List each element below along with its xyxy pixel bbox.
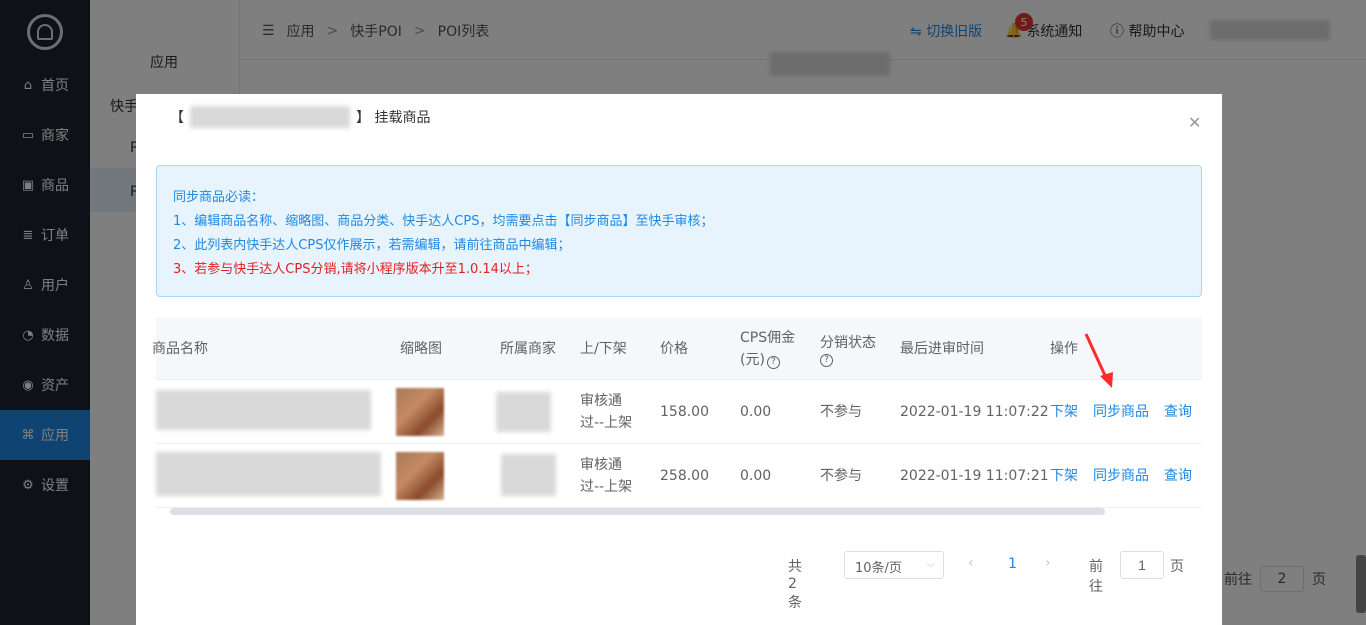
delist-button[interactable]: 下架 bbox=[1050, 380, 1078, 444]
dist-cell: 不参与 bbox=[820, 404, 862, 420]
page-size-select[interactable]: 10条/页 ⌵ bbox=[844, 551, 944, 579]
title-text: 】 挂载商品 bbox=[356, 110, 431, 126]
status-line: 过--上架 bbox=[580, 415, 633, 431]
blurred-goods-name bbox=[156, 390, 371, 430]
goto-page-input[interactable] bbox=[1120, 551, 1164, 579]
dialog-title: 【 】 挂载商品 bbox=[170, 106, 430, 128]
query-button[interactable]: 查询 bbox=[1164, 444, 1192, 508]
header-cps: CPS佣金 (元)? bbox=[740, 318, 795, 380]
header-name: 商品名称 bbox=[152, 341, 208, 357]
status-cell: 审核通 过--上架 bbox=[580, 444, 632, 508]
header-audit-time: 最后进审时间 bbox=[900, 341, 984, 357]
prev-page-icon[interactable]: ‹ bbox=[968, 555, 974, 571]
status-line: 过--上架 bbox=[580, 479, 633, 495]
title-bracket: 【 bbox=[170, 110, 184, 126]
blurred-merchant bbox=[501, 454, 556, 496]
header-thumb: 缩略图 bbox=[400, 341, 442, 357]
alert-line: 1、编辑商品名称、缩略图、商品分类、快手达人CPS，均需要点击【同步商品】至快手… bbox=[173, 214, 714, 229]
price-cell: 158.00 bbox=[660, 404, 709, 420]
status-line: 审核通 bbox=[580, 457, 622, 473]
page-size-value: 10条/页 bbox=[855, 561, 902, 576]
status-line: 审核通 bbox=[580, 393, 622, 409]
alert-line-warning: 3、若参与快手达人CPS分销,请将小程序版本升至1.0.14以上； bbox=[173, 262, 538, 277]
header-cps-label: CPS佣金 bbox=[740, 330, 796, 346]
alert-heading: 同步商品必读： bbox=[173, 190, 265, 205]
header-merchant: 所属商家 bbox=[500, 341, 556, 357]
audit-time-cell: 2022-01-19 11:07:21 bbox=[900, 468, 1049, 484]
cps-cell: 0.00 bbox=[740, 468, 772, 484]
goods-thumbnail[interactable] bbox=[396, 452, 444, 500]
alert-line: 2、此列表内快手达人CPS仅作展示，若需编辑，请前往商品中编辑； bbox=[173, 238, 571, 253]
header-ops: 操作 bbox=[1050, 341, 1078, 357]
header-dist: 分销状态 ? bbox=[820, 318, 876, 380]
page-suffix: 页 bbox=[1170, 559, 1184, 575]
chevron-down-icon: ⌵ bbox=[926, 557, 935, 570]
question-icon[interactable]: ? bbox=[820, 353, 833, 367]
header-price: 价格 bbox=[660, 341, 688, 357]
blurred-goods-name bbox=[156, 452, 381, 496]
status-cell: 审核通 过--上架 bbox=[580, 380, 632, 444]
table-row: 审核通 过--上架 158.00 0.00 不参与 2022-01-19 11:… bbox=[156, 380, 1202, 444]
table-header: 商品名称 缩略图 所属商家 上/下架 价格 CPS佣金 (元)? 分销状态 ? … bbox=[152, 318, 1202, 380]
audit-time-cell: 2022-01-19 11:07:22 bbox=[900, 404, 1049, 420]
cps-cell: 0.00 bbox=[740, 404, 772, 420]
red-arrow-annotation bbox=[1084, 333, 1113, 388]
horizontal-scrollbar[interactable] bbox=[170, 508, 1105, 515]
goods-table: 商品名称 缩略图 所属商家 上/下架 价格 CPS佣金 (元)? 分销状态 ? … bbox=[152, 318, 1202, 508]
delist-button[interactable]: 下架 bbox=[1050, 444, 1078, 508]
page-number[interactable]: 1 bbox=[1008, 556, 1017, 572]
table-row: 审核通 过--上架 258.00 0.00 不参与 2022-01-19 11:… bbox=[156, 444, 1202, 508]
scroll-indicator bbox=[1356, 555, 1366, 613]
dist-cell: 不参与 bbox=[820, 468, 862, 484]
blurred-poi-name bbox=[190, 106, 350, 128]
close-icon[interactable]: ✕ bbox=[1188, 113, 1201, 132]
sync-notice-alert: 同步商品必读： 1、编辑商品名称、缩略图、商品分类、快手达人CPS，均需要点击【… bbox=[156, 165, 1202, 297]
question-icon[interactable]: ? bbox=[766, 355, 780, 369]
pager-total: 共 2 条 bbox=[788, 559, 802, 611]
sync-goods-button[interactable]: 同步商品 bbox=[1093, 444, 1149, 508]
price-cell: 258.00 bbox=[660, 468, 709, 484]
blurred-merchant bbox=[496, 392, 551, 432]
next-page-icon[interactable]: › bbox=[1045, 555, 1051, 571]
goto-label: 前往 bbox=[1089, 559, 1103, 595]
header-cps-unit: (元) bbox=[740, 352, 765, 368]
goods-thumbnail[interactable] bbox=[396, 388, 444, 436]
query-button[interactable]: 查询 bbox=[1164, 380, 1192, 444]
header-status: 上/下架 bbox=[580, 341, 627, 357]
